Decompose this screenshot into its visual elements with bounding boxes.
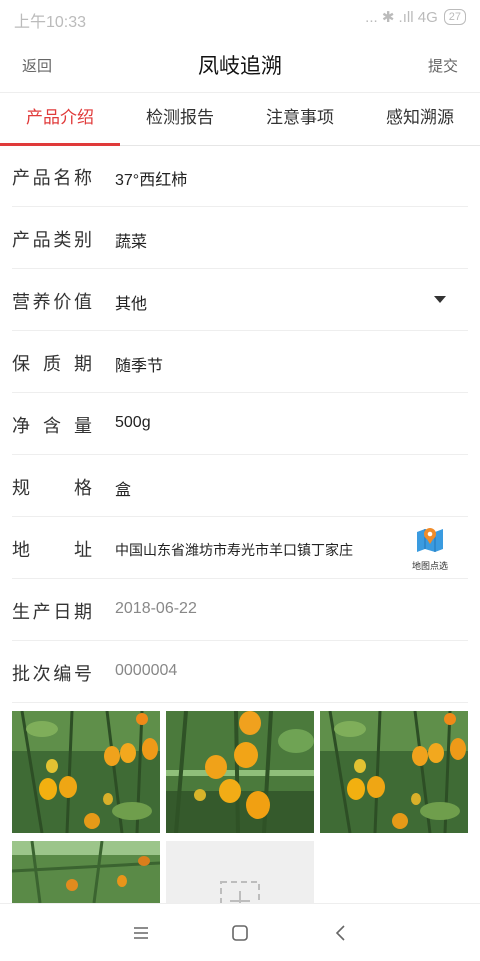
status-indicators: ... ✱ .ıll 4G 27 [365,8,466,26]
status-time: 上午10:33 [14,14,87,31]
tab-test-report[interactable]: 检测报告 [120,93,240,145]
specification-row: 规格 盒 [12,455,468,517]
shelf-life-row: 保质期 随季节 [12,331,468,393]
product-category-field[interactable]: 蔬菜 [115,228,147,252]
caret-down-icon[interactable] [434,296,446,303]
product-name-label: 产品名称 [12,168,92,188]
tab-precautions[interactable]: 注意事项 [240,93,360,145]
address-field[interactable]: 中国山东省潍坊市寿光市羊口镇丁家庄 [115,540,353,560]
tab-bar: 产品介绍 检测报告 注意事项 感知溯源 [0,92,480,146]
menu-icon[interactable] [130,922,152,944]
net-content-field[interactable]: 500g [115,414,151,432]
product-category-label: 产品类别 [12,230,92,250]
product-name-field[interactable]: 37°西红柿 [115,166,187,190]
specification-field[interactable]: 盒 [115,476,131,500]
nutrition-value-select[interactable]: 其他 [115,290,147,314]
network-signal-icon: ... ✱ .ıll 4G [365,9,438,26]
page-title: 凤岐追溯 [198,55,282,78]
tab-sensing-trace[interactable]: 感知溯源 [360,93,480,145]
batch-number-field[interactable]: 0000004 [115,662,177,680]
product-category-row: 产品类别 蔬菜 [12,207,468,269]
production-date-label: 生产日期 [12,602,92,622]
shelf-life-field[interactable]: 随季节 [115,352,163,376]
map-pick-button[interactable]: 地图点选 [410,525,450,572]
photo-grid [12,711,468,921]
battery-icon: 27 [443,9,466,25]
address-label: 地址 [12,540,92,560]
title-bar: 返回 凤岐追溯 提交 [0,36,480,92]
photo-thumbnail[interactable] [166,711,314,833]
photo-thumbnail[interactable] [320,711,468,833]
photo-thumbnail[interactable] [12,711,160,833]
address-row: 地址 中国山东省潍坊市寿光市羊口镇丁家庄 地图点选 [12,517,468,579]
production-date-field[interactable]: 2018-06-22 [115,600,197,618]
submit-button[interactable]: 提交 [428,55,458,76]
home-square-icon[interactable] [229,922,251,944]
tab-product-intro[interactable]: 产品介绍 [0,93,120,146]
product-form: 产品名称 37°西红柿 产品类别 蔬菜 营养价值 其他 保质期 随季节 净含量 … [0,145,480,703]
map-pick-label: 地图点选 [411,561,448,571]
batch-number-row: 批次编号 0000004 [12,641,468,703]
net-content-label: 净含量 [12,416,92,436]
map-marker-icon [417,528,443,552]
net-content-row: 净含量 500g [12,393,468,455]
specification-label: 规格 [12,478,92,498]
nutrition-value-label: 营养价值 [12,292,92,312]
status-bar: 上午10:33 ... ✱ .ıll 4G 27 [0,0,480,36]
batch-number-label: 批次编号 [12,664,92,684]
product-name-row: 产品名称 37°西红柿 [12,145,468,207]
nutrition-value-row[interactable]: 营养价值 其他 [12,269,468,331]
shelf-life-label: 保质期 [12,354,92,374]
system-nav-bar [0,903,480,961]
photo-thumbnail[interactable] [12,841,160,903]
production-date-row: 生产日期 2018-06-22 [12,579,468,641]
back-chevron-icon[interactable] [330,922,352,944]
